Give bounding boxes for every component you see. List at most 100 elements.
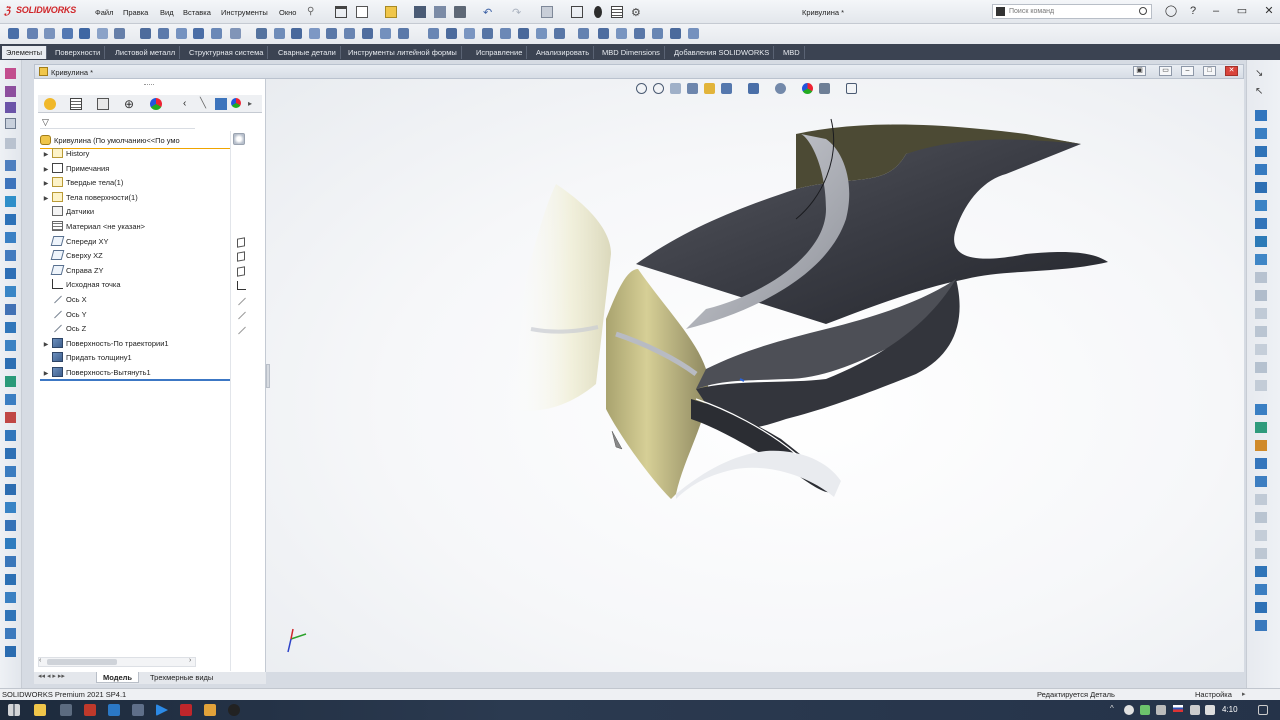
scene-icon[interactable] xyxy=(670,28,681,39)
intersect-icon[interactable] xyxy=(326,28,337,39)
panel-grip[interactable] xyxy=(144,84,154,86)
chamfer-sketch-icon[interactable] xyxy=(5,340,16,351)
app-icon[interactable] xyxy=(84,704,96,716)
solidworks-taskbar-icon[interactable] xyxy=(180,704,192,716)
solidworks-logo[interactable]: ℨ SOLIDWORKS xyxy=(4,5,76,17)
featuremanager-tab-icon[interactable] xyxy=(44,98,56,110)
line-icon[interactable] xyxy=(5,178,16,189)
rectangle-icon[interactable] xyxy=(5,196,16,207)
smart-dimension-icon[interactable] xyxy=(5,556,16,567)
tree-item-annotations[interactable]: ▶ Примечания xyxy=(40,162,109,177)
word-icon[interactable] xyxy=(108,704,120,716)
arrow-icon[interactable]: ↘ xyxy=(1255,68,1267,79)
tree-item-sensors[interactable]: Датчики xyxy=(40,205,94,220)
move-entities-icon[interactable] xyxy=(5,466,16,477)
print-icon[interactable] xyxy=(454,6,466,18)
convert-entities-icon[interactable] xyxy=(1255,362,1267,373)
revolved-boss-icon[interactable] xyxy=(27,28,38,39)
tree-item-origin[interactable]: Исходная точка xyxy=(40,278,121,293)
expand-arrow-icon[interactable]: ▶ xyxy=(40,367,52,382)
menu-tools[interactable]: Инструменты xyxy=(221,8,268,17)
fillet-icon[interactable] xyxy=(211,28,222,39)
tab-solidworks-addins[interactable]: Добавления SOLIDWORKS xyxy=(670,46,775,59)
swept-boss-icon[interactable] xyxy=(44,28,55,39)
move-tool-icon[interactable] xyxy=(1255,494,1267,505)
more-icon[interactable]: ▸ xyxy=(248,98,260,110)
notifications-icon[interactable] xyxy=(1258,705,1268,715)
extend-icon[interactable] xyxy=(5,394,16,405)
top-plane-visibility-icon[interactable] xyxy=(237,251,245,262)
tab-structure-system[interactable]: Структурная система xyxy=(185,46,269,59)
repair-sketch-icon[interactable] xyxy=(5,646,16,657)
graphics-area[interactable] xyxy=(266,79,1244,672)
mirror-icon[interactable] xyxy=(344,28,355,39)
front-plane-visibility-icon[interactable] xyxy=(237,237,245,248)
search-icon[interactable] xyxy=(1139,7,1147,15)
mirror-tool-icon[interactable] xyxy=(1255,458,1267,469)
polygon-icon[interactable] xyxy=(5,268,16,279)
part-3d-icon[interactable] xyxy=(215,98,227,110)
trim-icon[interactable] xyxy=(5,376,16,387)
dimxpert-tab-icon[interactable]: ⊕ xyxy=(124,98,136,110)
scroll-right-icon[interactable]: › xyxy=(189,657,191,664)
tree-item-history[interactable]: ▶ History xyxy=(40,147,89,162)
quick-snaps-icon[interactable] xyxy=(5,610,16,621)
scale-icon[interactable] xyxy=(554,28,565,39)
sketch-fillet-icon[interactable] xyxy=(1255,236,1267,247)
home-icon[interactable] xyxy=(335,6,347,18)
undo-icon[interactable]: ↶ xyxy=(483,6,495,19)
open-icon[interactable] xyxy=(385,6,397,18)
filter-edges-icon[interactable] xyxy=(5,102,16,113)
point-icon[interactable] xyxy=(5,160,16,171)
view-settings-icon[interactable] xyxy=(688,28,699,39)
origin-visibility-icon[interactable] xyxy=(237,281,246,290)
expand-arrow-icon[interactable]: ▶ xyxy=(40,192,52,207)
curve-tool-icon[interactable] xyxy=(1255,584,1267,595)
linear-pattern-icon[interactable] xyxy=(230,28,241,39)
hole-wizard-icon[interactable] xyxy=(114,28,125,39)
displaymanager-tab-icon[interactable] xyxy=(150,98,162,110)
media-player-icon[interactable] xyxy=(156,704,168,716)
axis-z-visibility-icon[interactable] xyxy=(238,326,246,335)
tab-mbd[interactable]: MBD xyxy=(779,46,805,59)
tree-item-surface-bodies[interactable]: ▶ Тела поверхности(1) xyxy=(40,191,138,206)
help-icon[interactable]: ? xyxy=(1186,4,1200,18)
section-view-icon[interactable] xyxy=(578,28,589,39)
display-style-icon[interactable] xyxy=(616,28,627,39)
windows-start-icon[interactable] xyxy=(8,704,20,716)
scroll-left-icon[interactable]: ‹ xyxy=(39,657,41,664)
arc-tool-icon[interactable] xyxy=(1255,182,1267,193)
copy-tool-icon[interactable] xyxy=(1255,512,1267,523)
options-gear-icon[interactable]: ⚙ xyxy=(631,6,643,19)
doc-close-button[interactable]: ✕ xyxy=(1225,66,1238,76)
tab-mbd-dimensions[interactable]: MBD Dimensions xyxy=(598,46,665,59)
language-flag-icon[interactable] xyxy=(1173,705,1183,712)
projected-curve-icon[interactable] xyxy=(482,28,493,39)
doc-maximize-button[interactable]: □ xyxy=(1203,66,1216,76)
view-orientation-icon[interactable] xyxy=(598,28,609,39)
status-arrows-icon[interactable]: ▸ xyxy=(1242,690,1246,698)
fillet-sketch-icon[interactable] xyxy=(5,322,16,333)
maximize-button[interactable]: ▭ xyxy=(1235,4,1249,18)
trim-tool-icon[interactable] xyxy=(1255,380,1267,391)
collapse-arrow-icon[interactable]: ‹ xyxy=(183,98,195,110)
rotate-entities-icon[interactable] xyxy=(5,484,16,495)
helix-icon[interactable] xyxy=(464,28,475,39)
tray-shield-icon[interactable] xyxy=(1156,705,1166,715)
offset-tool-icon[interactable] xyxy=(1255,344,1267,355)
tree-item-axis-z[interactable]: Ось Z xyxy=(40,322,86,337)
menu-file[interactable]: Файл xyxy=(95,8,113,17)
search-commands-field[interactable]: Поиск команд xyxy=(992,4,1152,19)
model-3d-view[interactable] xyxy=(266,79,1244,672)
tree-item-thicken[interactable]: Придать толщину1 xyxy=(40,351,132,366)
expand-arrow-icon[interactable]: ▶ xyxy=(40,177,52,192)
reference-geometry-icon[interactable] xyxy=(362,28,373,39)
task-view-icon[interactable] xyxy=(60,704,72,716)
select-pointer-icon[interactable] xyxy=(541,6,553,18)
tab-mold-tools[interactable]: Инструменты литейной формы xyxy=(344,46,462,59)
circle-icon[interactable] xyxy=(5,214,16,225)
delete-body-icon[interactable] xyxy=(536,28,547,39)
draft-icon[interactable] xyxy=(274,28,285,39)
appearance-icon[interactable] xyxy=(652,28,663,39)
tree-item-solid-bodies[interactable]: ▶ Твердые тела(1) xyxy=(40,176,123,191)
